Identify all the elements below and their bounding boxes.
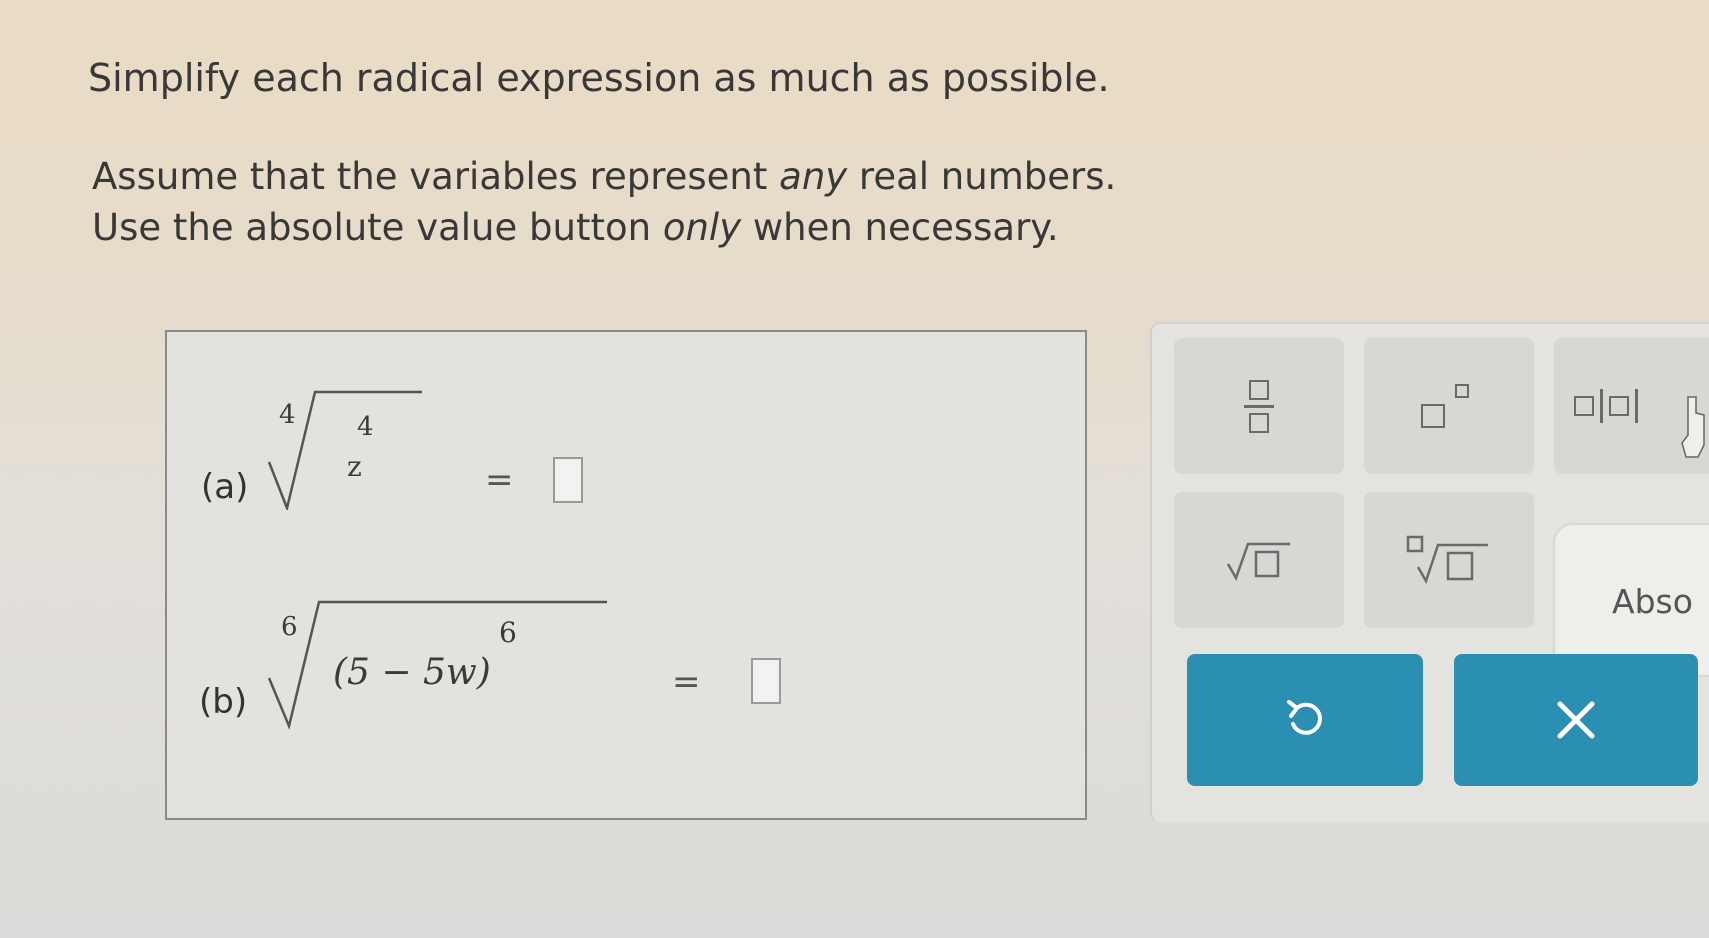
exponent-button[interactable] — [1364, 338, 1534, 474]
equals-b: = — [672, 662, 701, 702]
undo-button[interactable] — [1187, 654, 1423, 786]
clear-button[interactable] — [1454, 654, 1698, 786]
radical-b: 6 (5 − 5w) 6 — [267, 590, 627, 730]
answer-input-a[interactable] — [553, 457, 583, 503]
radical-index-a: 4 — [279, 400, 296, 430]
instruction-absolute: Use the absolute value button only when … — [92, 206, 1059, 249]
answer-input-b[interactable] — [751, 658, 781, 704]
fraction-button[interactable] — [1174, 338, 1344, 474]
square-root-icon — [1226, 542, 1290, 581]
answer-box: (a) 4 z 4 = (b) 6 (5 − 5w) 6 = — [165, 330, 1087, 820]
hand-cursor-icon — [1681, 396, 1705, 458]
radicand-a: z — [347, 450, 362, 483]
absolute-value-icon — [1574, 389, 1638, 423]
part-a-label: (a) — [201, 467, 249, 507]
nth-root-icon — [1406, 535, 1488, 585]
close-icon — [1557, 701, 1595, 739]
part-b-label: (b) — [199, 682, 248, 722]
radicand-b: (5 − 5w) — [333, 652, 491, 693]
radical-sign-a — [267, 390, 422, 510]
exponent-b: 6 — [499, 616, 517, 649]
exponent-a: 4 — [357, 412, 374, 442]
tooltip-text: Abso — [1612, 582, 1693, 621]
absolute-value-tooltip: Abso — [1555, 525, 1709, 675]
square-root-button[interactable] — [1174, 492, 1344, 628]
radical-a: 4 z 4 — [267, 380, 467, 510]
exponent-icon — [1421, 384, 1477, 428]
instruction-assume: Assume that the variables represent any … — [92, 155, 1117, 198]
instruction-title: Simplify each radical expression as much… — [88, 56, 1110, 100]
nth-root-button[interactable] — [1364, 492, 1534, 628]
fraction-icon — [1244, 379, 1274, 433]
radical-index-b: 6 — [281, 612, 298, 642]
undo-icon — [1287, 700, 1322, 735]
equals-a: = — [485, 460, 514, 500]
